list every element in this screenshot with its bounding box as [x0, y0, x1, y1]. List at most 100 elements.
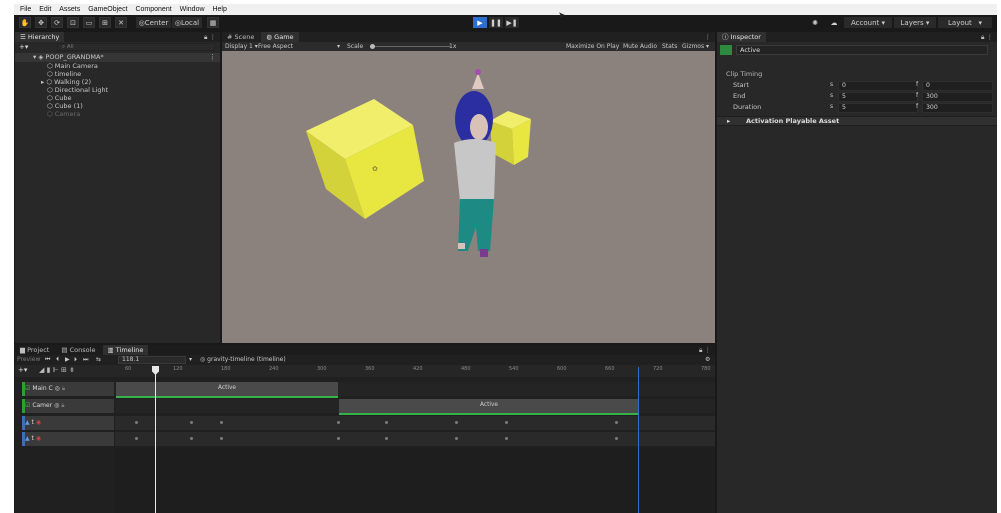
- tab-hierarchy[interactable]: ☰ Hierarchy: [15, 32, 65, 42]
- menu-window[interactable]: Window: [180, 4, 205, 15]
- scene-row[interactable]: ▾ ◈ POOP_GRANDMA* ⋮: [15, 53, 220, 62]
- start-frames-field[interactable]: 0: [922, 81, 993, 91]
- layers-dropdown[interactable]: Layers ▾: [894, 17, 936, 28]
- track-header-animation-2[interactable]: ▲ t ◉: [22, 432, 114, 446]
- keyframe[interactable]: [615, 421, 618, 424]
- time-ruler[interactable]: 60 120 180 240 300 360 420 480 540 600 6…: [115, 365, 715, 377]
- tab-project[interactable]: ▆ Project: [15, 345, 54, 355]
- record-icon[interactable]: ◉: [36, 419, 41, 426]
- menu-edit[interactable]: Edit: [39, 4, 51, 15]
- track-filter-icon[interactable]: ◢ ▮ ⊩ ⊞ ⇟: [39, 366, 75, 374]
- pivot-center-button[interactable]: ◎ Center: [136, 17, 171, 28]
- track-header-main-camera[interactable]: ☑ Main C ◎ 🔒︎: [22, 382, 114, 396]
- collab-icon[interactable]: ✺: [808, 17, 822, 28]
- keyframe[interactable]: [615, 437, 618, 440]
- keyframe[interactable]: [135, 421, 138, 424]
- track-active-checkbox[interactable]: ☑: [25, 402, 30, 409]
- hierarchy-item-camera[interactable]: ⬡ Camera: [47, 110, 80, 118]
- menu-file[interactable]: File: [20, 4, 31, 15]
- gizmos-dropdown[interactable]: Gizmos ▾: [682, 42, 709, 51]
- end-seconds-field[interactable]: 5: [838, 92, 918, 102]
- menu-help[interactable]: Help: [212, 4, 226, 15]
- pause-button[interactable]: ❚❚: [489, 17, 503, 28]
- next-frame-icon[interactable]: ⏵: [74, 355, 77, 365]
- tab-game[interactable]: ◍ Game: [261, 32, 299, 42]
- aspect-dropdown[interactable]: Free Aspect: [258, 42, 293, 51]
- track-header-animation-1[interactable]: ▲ t ◉: [22, 416, 114, 430]
- track-lock-icon[interactable]: 🔒︎: [61, 402, 64, 409]
- duration-seconds-field[interactable]: 5: [838, 103, 918, 113]
- hierarchy-item-timeline[interactable]: ⬡ timeline: [47, 70, 81, 78]
- track-target-icon[interactable]: ◎: [54, 402, 59, 409]
- keyframe[interactable]: [190, 437, 193, 440]
- keyframe[interactable]: [337, 421, 340, 424]
- timeline-asset-dropdown-arrow[interactable]: ▾: [189, 355, 192, 365]
- aspect-arrow-icon[interactable]: ▾: [337, 42, 340, 51]
- custom-tool-icon[interactable]: ✕: [115, 17, 127, 28]
- add-track-button[interactable]: +▾: [18, 366, 27, 374]
- mute-audio-toggle[interactable]: Mute Audio: [623, 42, 657, 51]
- activation-asset-foldout[interactable]: ▸ Activation Playable Asset: [717, 116, 997, 126]
- scale-tool-icon[interactable]: ⊡: [67, 17, 79, 28]
- hierarchy-item-directional-light[interactable]: ⬡ Directional Light: [47, 86, 108, 94]
- play-button[interactable]: ▶: [473, 17, 487, 28]
- timeline-lock-icon[interactable]: 🔒︎ ⋮: [699, 345, 711, 355]
- layout-dropdown[interactable]: Layout ▾: [938, 17, 992, 28]
- hierarchy-item-cube-1[interactable]: ⬡ Cube (1): [47, 102, 83, 110]
- timeline-play-icon[interactable]: ▶: [65, 355, 70, 365]
- keyframe[interactable]: [220, 437, 223, 440]
- track-row-camera[interactable]: Active: [115, 399, 715, 415]
- track-row-animation-2[interactable]: [115, 432, 715, 446]
- scene-menu-icon[interactable]: ⋮: [209, 53, 216, 62]
- timeline-empty-area[interactable]: [115, 448, 715, 513]
- keyframe[interactable]: [385, 421, 388, 424]
- keyframe[interactable]: [220, 421, 223, 424]
- menu-assets[interactable]: Assets: [59, 4, 80, 15]
- maximize-on-play-toggle[interactable]: Maximize On Play: [566, 42, 619, 51]
- track-lock-icon[interactable]: 🔒︎: [62, 385, 65, 392]
- move-tool-icon[interactable]: ✥: [35, 17, 47, 28]
- prev-frame-icon[interactable]: ⏴: [56, 355, 59, 365]
- track-header-camera[interactable]: ☑ Camer ◎ 🔒︎: [22, 399, 114, 413]
- inspector-lock-icon[interactable]: 🔒︎ ⋮: [981, 32, 993, 42]
- playhead-line[interactable]: [155, 367, 156, 513]
- tab-inspector[interactable]: ⓘ Inspector: [717, 32, 766, 42]
- rect-tool-icon[interactable]: ▭: [83, 17, 95, 28]
- goto-start-icon[interactable]: ⏮: [45, 355, 50, 365]
- keyframe[interactable]: [190, 421, 193, 424]
- goto-end-icon[interactable]: ⏭: [83, 355, 88, 365]
- keyframe[interactable]: [505, 437, 508, 440]
- game-viewport[interactable]: ✿: [222, 51, 715, 343]
- step-button[interactable]: ▶❚: [505, 17, 519, 28]
- duration-frames-field[interactable]: 300: [922, 103, 993, 113]
- scale-slider[interactable]: [370, 44, 450, 49]
- display-dropdown[interactable]: Display 1 ▾: [225, 42, 258, 51]
- clip-name-input[interactable]: Active: [736, 45, 988, 55]
- record-icon[interactable]: ◉: [36, 435, 41, 442]
- hierarchy-item-cube[interactable]: ⬡ Cube: [47, 94, 72, 102]
- keyframe[interactable]: [455, 437, 458, 440]
- menu-gameobject[interactable]: GameObject: [88, 4, 127, 15]
- keyframe[interactable]: [455, 421, 458, 424]
- timeline-end-marker[interactable]: [638, 367, 639, 513]
- hierarchy-item-walking[interactable]: ▸ ⬡ Walking (2): [41, 78, 91, 86]
- tab-timeline[interactable]: ▥ Timeline: [102, 345, 149, 355]
- add-icon[interactable]: +▾: [19, 43, 28, 51]
- activation-clip[interactable]: Active: [339, 399, 639, 415]
- tab-scene[interactable]: # Scene: [222, 32, 259, 42]
- preview-toggle[interactable]: Preview: [17, 355, 40, 365]
- timeline-settings-icon[interactable]: ⚙: [705, 355, 710, 365]
- start-seconds-field[interactable]: 0: [838, 81, 918, 91]
- keyframe[interactable]: [135, 437, 138, 440]
- scale-slider-thumb[interactable]: [370, 44, 375, 49]
- lock-icon[interactable]: 🔒︎ ⋮: [204, 32, 216, 42]
- menu-component[interactable]: Component: [135, 4, 171, 15]
- timeline-asset-label[interactable]: ◎ gravity-timeline (timeline): [200, 355, 286, 365]
- rotate-tool-icon[interactable]: ⟳: [51, 17, 63, 28]
- keyframe[interactable]: [385, 437, 388, 440]
- activation-clip[interactable]: Active: [116, 382, 338, 398]
- transform-tool-icon[interactable]: ⊞: [99, 17, 111, 28]
- track-row-main-camera[interactable]: Active: [115, 382, 715, 398]
- hierarchy-search-input[interactable]: ⌕ All: [57, 43, 215, 51]
- cloud-icon[interactable]: ☁: [827, 17, 841, 28]
